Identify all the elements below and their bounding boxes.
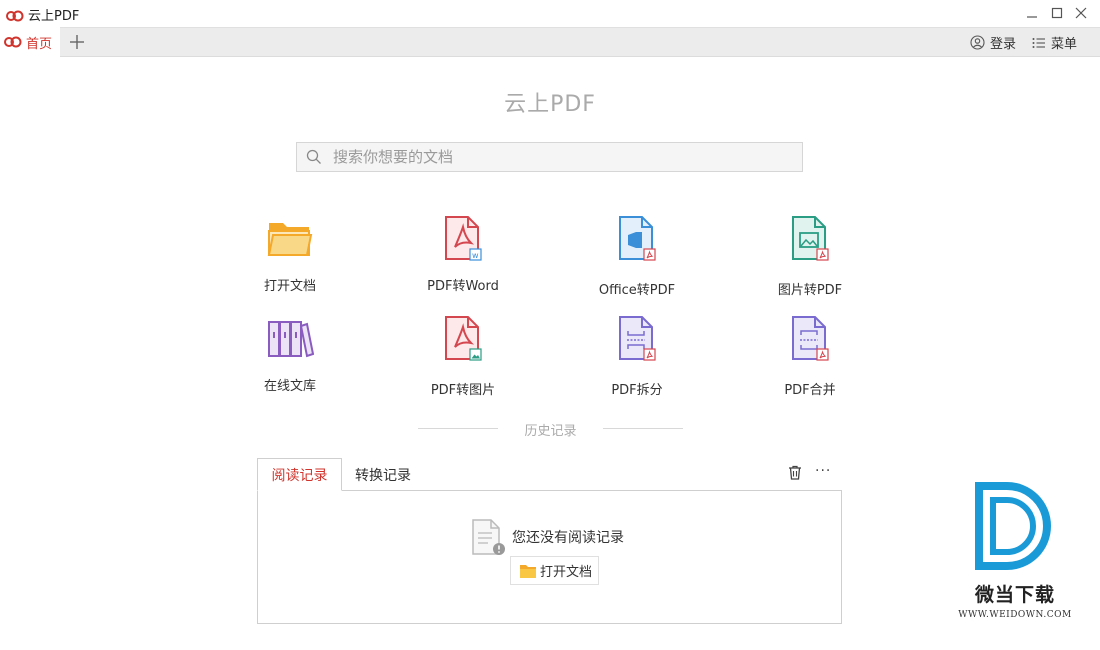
search-icon — [306, 149, 322, 169]
tab-reading-history[interactable]: 阅读记录 — [257, 458, 342, 491]
tool-pdf-to-image[interactable]: PDF转图片 — [398, 313, 528, 398]
new-tab-button[interactable] — [66, 31, 88, 53]
history-title-text: 历史记录 — [524, 424, 577, 439]
weidown-watermark: 微当下载 WWW.WEIDOWN.COM — [955, 482, 1075, 620]
tab-label: 转换记录 — [355, 467, 411, 484]
tab-conversion-history[interactable]: 转换记录 — [343, 458, 423, 491]
maximize-button[interactable] — [1045, 3, 1069, 23]
minimize-icon — [1027, 16, 1037, 18]
open-document-button[interactable]: 打开文档 — [510, 556, 599, 585]
search-input[interactable] — [333, 143, 793, 171]
title-bar: 云上PDF — [0, 0, 1100, 27]
tab-bar: 首页 登录 菜单 — [0, 27, 1100, 57]
user-icon — [970, 35, 985, 50]
tab-home[interactable]: 首页 — [0, 27, 60, 57]
tool-label: Office转PDF — [598, 283, 676, 298]
tool-label: 在线文库 — [263, 379, 316, 394]
minimize-button[interactable] — [1020, 3, 1044, 23]
cloud-logo-icon — [4, 36, 22, 48]
tool-label: 打开文档 — [263, 279, 316, 294]
window-title: 云上PDF — [28, 9, 80, 24]
tab-label: 阅读记录 — [271, 467, 328, 484]
login-button[interactable]: 登录 — [970, 33, 1016, 52]
pdf-merge-icon — [784, 313, 836, 365]
pdf-split-icon — [611, 313, 663, 365]
close-button[interactable] — [1069, 3, 1093, 23]
tab-home-label: 首页 — [26, 36, 53, 52]
tool-label: PDF转Word — [427, 279, 499, 294]
tool-label: 图片转PDF — [777, 283, 843, 298]
history-section-title: 历史记录 — [418, 420, 683, 439]
maximize-icon — [1051, 7, 1063, 19]
tool-image-to-pdf[interactable]: 图片转PDF — [745, 213, 875, 298]
menu-button[interactable]: 菜单 — [1032, 33, 1077, 52]
weidown-logo-icon — [975, 482, 1051, 570]
plus-icon — [70, 35, 84, 49]
list-menu-icon — [1032, 37, 1045, 48]
tool-label: PDF拆分 — [611, 383, 663, 398]
watermark-name: 微当下载 — [974, 584, 1055, 606]
tool-online-library[interactable]: 在线文库 — [225, 313, 355, 394]
watermark-url: WWW.WEIDOWN.COM — [958, 610, 1072, 620]
tool-label: PDF转图片 — [430, 383, 496, 398]
tool-open-document[interactable]: 打开文档 — [225, 213, 355, 294]
tool-office-to-pdf[interactable]: Office转PDF — [572, 213, 702, 298]
app-logo-icon — [6, 7, 24, 26]
trash-icon — [789, 465, 801, 480]
empty-message: 您还没有阅读记录 — [512, 530, 624, 546]
more-options-button[interactable]: ··· — [815, 463, 831, 479]
tool-label: PDF合并 — [784, 383, 836, 398]
tool-pdf-merge[interactable]: PDF合并 — [745, 313, 875, 398]
close-icon — [1075, 7, 1087, 19]
tool-pdf-split[interactable]: PDF拆分 — [572, 313, 702, 398]
svg-text:w: w — [472, 251, 479, 260]
office-to-pdf-icon — [611, 213, 663, 265]
pdf-to-word-icon: w — [437, 213, 489, 265]
login-label: 登录 — [990, 37, 1017, 52]
divider-right — [603, 428, 683, 429]
empty-document-icon — [471, 519, 507, 561]
clear-history-button[interactable] — [788, 465, 802, 484]
pdf-to-image-icon — [437, 313, 489, 365]
page-title: 云上PDF — [504, 92, 596, 117]
tool-pdf-to-word[interactable]: w PDF转Word — [398, 213, 528, 294]
open-document-label: 打开文档 — [540, 565, 593, 580]
image-to-pdf-icon — [784, 213, 836, 265]
menu-label: 菜单 — [1051, 37, 1078, 52]
folder-icon — [264, 213, 316, 265]
folder-icon — [520, 564, 536, 578]
search-box[interactable] — [296, 142, 803, 172]
library-books-icon — [264, 313, 316, 365]
